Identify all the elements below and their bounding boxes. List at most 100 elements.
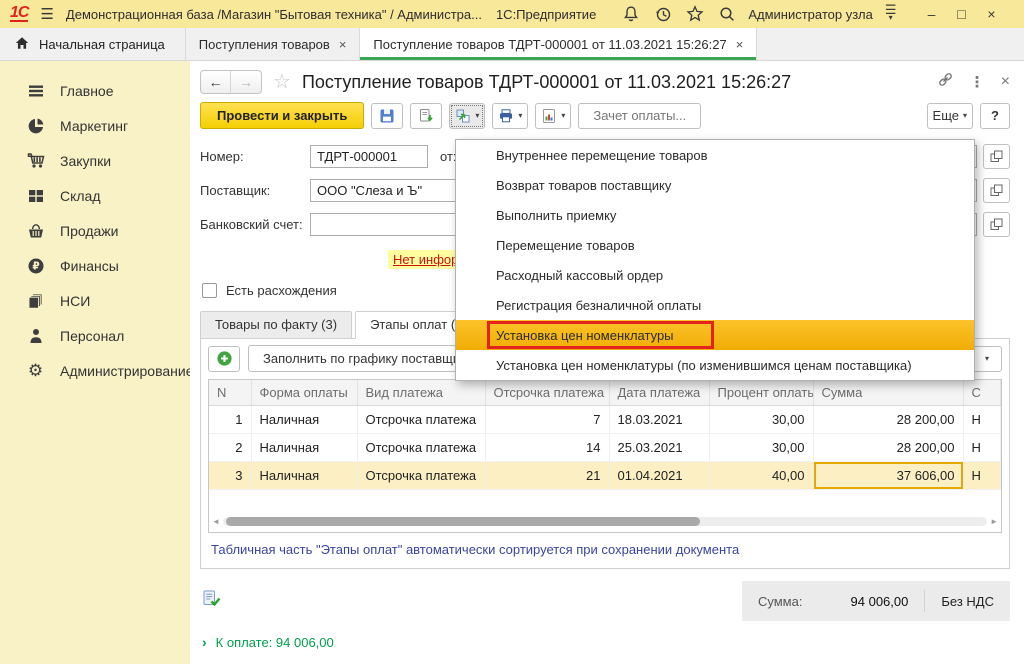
col-payment-date[interactable]: Дата платежа (609, 380, 709, 406)
menu-item-set-item-prices[interactable]: Установка цен номенклатуры (456, 320, 974, 350)
tab-label: Поступления товаров (199, 37, 330, 52)
cell[interactable]: 18.03.2021 (609, 406, 709, 434)
add-row-button[interactable] (208, 346, 240, 372)
number-input[interactable]: ТДРТ-000001 (310, 145, 428, 168)
scroll-left-icon[interactable]: ◄ (212, 518, 220, 526)
cell[interactable]: Наличная (251, 434, 357, 462)
tab-close-icon[interactable]: × (339, 37, 347, 52)
cell[interactable]: 30,00 (709, 434, 813, 462)
cell[interactable]: 7 (485, 406, 609, 434)
to-pay-expander[interactable]: › К оплате: 94 006,00 (202, 634, 1024, 650)
sidebar-item-administration[interactable]: ⚙ Администрирование (0, 353, 190, 388)
post-and-close-button[interactable]: Провести и закрыть (200, 102, 364, 129)
close-document-icon[interactable]: × (1001, 73, 1010, 91)
cell[interactable]: 2 (209, 434, 251, 462)
cell[interactable]: Н (963, 462, 1001, 490)
horizontal-scrollbar[interactable]: ◄ ► (212, 514, 998, 529)
menu-item-return-to-supplier[interactable]: Возврат товаров поставщику (456, 170, 974, 200)
toolbar-combo-dropdown[interactable]: ▾ (972, 346, 1002, 372)
document-check-icon[interactable] (202, 589, 221, 613)
close-window-button[interactable]: × (979, 6, 1005, 22)
cell[interactable]: 28 200,00 (813, 406, 963, 434)
cell[interactable]: Н (963, 406, 1001, 434)
history-icon[interactable] (654, 5, 672, 23)
discrepancies-checkbox[interactable] (202, 283, 217, 298)
tab-receipt-document[interactable]: Поступление товаров ТДРТ-000001 от 11.03… (360, 28, 757, 60)
sidebar-item-marketing[interactable]: Маркетинг (0, 108, 190, 143)
cell[interactable]: Отсрочка платежа (357, 434, 485, 462)
sidebar-item-warehouse[interactable]: Склад (0, 178, 190, 213)
cell[interactable]: 28 200,00 (813, 434, 963, 462)
more-button[interactable]: Еще▾ (927, 103, 973, 129)
sidebar-item-purchases[interactable]: Закупки (0, 143, 190, 178)
save-button[interactable] (371, 103, 403, 129)
cell[interactable]: 14 (485, 434, 609, 462)
post-document-button[interactable] (410, 103, 442, 129)
col-amount[interactable]: Сумма (813, 380, 963, 406)
scroll-right-icon[interactable]: ► (990, 518, 998, 526)
current-user[interactable]: Администратор узла (748, 7, 873, 22)
tab-home-page[interactable]: Начальная страница (0, 28, 186, 60)
offset-payment-button[interactable]: Зачет оплаты... (578, 103, 701, 129)
create-based-on-button[interactable]: ▾ (449, 103, 485, 129)
back-button[interactable]: ← (201, 71, 231, 93)
cell[interactable]: 40,00 (709, 462, 813, 490)
fill-by-supplier-schedule-button[interactable]: Заполнить по графику поставщика (248, 345, 488, 372)
help-button[interactable]: ? (980, 103, 1010, 129)
user-menu-icon[interactable]: ☰▾ (885, 6, 897, 22)
selected-amount-cell[interactable]: 37 606,00 (813, 462, 963, 490)
menu-item-internal-transfer[interactable]: Внутреннее перемещение товаров (456, 140, 974, 170)
sidebar-item-finance[interactable]: ₽ Финансы (0, 248, 190, 283)
cell[interactable]: Н (963, 434, 1001, 462)
sidebar-item-nsi[interactable]: НСИ (0, 283, 190, 318)
cell[interactable]: 01.04.2021 (609, 462, 709, 490)
menu-item-goods-transfer[interactable]: Перемещение товаров (456, 230, 974, 260)
table-row[interactable]: 2 Наличная Отсрочка платежа 14 25.03.202… (209, 434, 1001, 462)
cell[interactable]: Наличная (251, 406, 357, 434)
main-menu-icon[interactable]: ☰ (40, 5, 53, 23)
tab-receipts-list[interactable]: Поступления товаров × (186, 28, 361, 60)
sidebar-item-label: НСИ (60, 293, 90, 309)
reports-button[interactable]: ▾ (535, 103, 571, 129)
tab-close-icon[interactable]: × (736, 37, 744, 52)
col-payment-form[interactable]: Форма оплаты (251, 380, 357, 406)
cell[interactable]: 30,00 (709, 406, 813, 434)
menu-item-set-item-prices-by-changed[interactable]: Установка цен номенклатуры (по изменивши… (456, 350, 974, 380)
menu-item-cashless-payment-registration[interactable]: Регистрация безналичной оплаты (456, 290, 974, 320)
search-icon[interactable] (718, 5, 736, 23)
notifications-bell-icon[interactable] (622, 5, 640, 23)
scrollbar-thumb[interactable] (226, 517, 700, 526)
open-bank-account-icon[interactable] (983, 212, 1010, 237)
more-actions-kebab-icon[interactable]: ⋮ (970, 73, 985, 91)
cell[interactable]: 3 (209, 462, 251, 490)
tab-goods-by-fact[interactable]: Товары по факту (3) (200, 311, 352, 338)
sidebar-item-main[interactable]: Главное (0, 73, 190, 108)
cell[interactable]: Отсрочка платежа (357, 462, 485, 490)
open-supplier-icon[interactable] (983, 178, 1010, 203)
col-n[interactable]: N (209, 380, 251, 406)
col-clipped[interactable]: С (963, 380, 1001, 406)
open-date-icon[interactable] (983, 144, 1010, 169)
minimize-button[interactable]: – (919, 6, 945, 22)
cell[interactable]: Наличная (251, 462, 357, 490)
sidebar-item-sales[interactable]: Продажи (0, 213, 190, 248)
cell[interactable]: Отсрочка платежа (357, 406, 485, 434)
favorite-star-icon[interactable]: ☆ (273, 72, 291, 92)
cell[interactable]: 1 (209, 406, 251, 434)
cell[interactable]: 21 (485, 462, 609, 490)
get-link-icon[interactable] (937, 71, 954, 93)
cell[interactable]: 25.03.2021 (609, 434, 709, 462)
forward-button[interactable]: → (231, 71, 261, 93)
table-row-selected[interactable]: 3 Наличная Отсрочка платежа 21 01.04.202… (209, 462, 1001, 490)
menu-item-perform-acceptance[interactable]: Выполнить приемку (456, 200, 974, 230)
menu-item-cash-outflow-order[interactable]: Расходный кассовый ордер (456, 260, 974, 290)
favorites-star-icon[interactable] (686, 5, 704, 23)
total-value: 94 006,00 (818, 594, 908, 609)
sidebar-item-personnel[interactable]: Персонал (0, 318, 190, 353)
maximize-button[interactable]: □ (949, 6, 975, 22)
col-deferral[interactable]: Отсрочка платежа (485, 380, 609, 406)
col-payment-percent[interactable]: Процент оплаты (709, 380, 813, 406)
table-row[interactable]: 1 Наличная Отсрочка платежа 7 18.03.2021… (209, 406, 1001, 434)
print-button[interactable]: ▾ (492, 103, 528, 129)
col-payment-type[interactable]: Вид платежа (357, 380, 485, 406)
